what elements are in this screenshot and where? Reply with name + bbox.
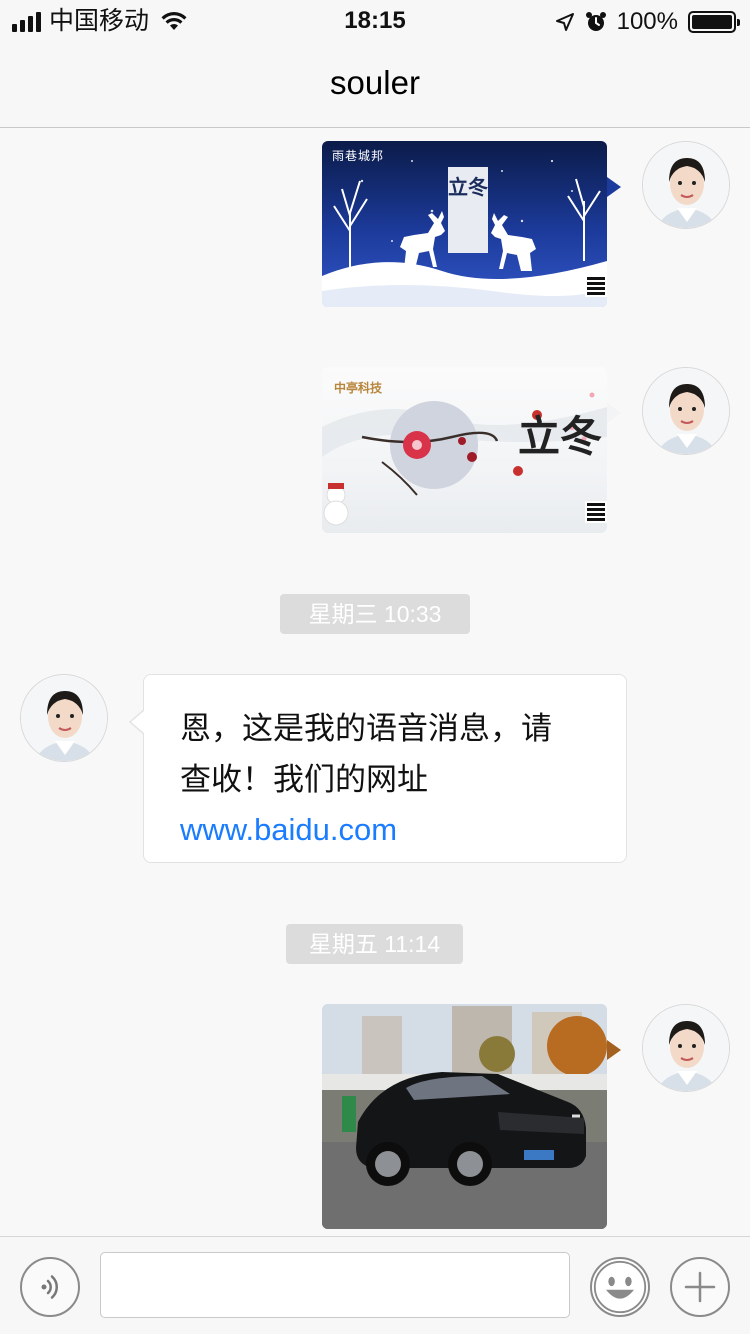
avatar-portrait-icon bbox=[643, 142, 729, 228]
status-right: 100% bbox=[555, 8, 740, 36]
alarm-icon bbox=[585, 12, 606, 31]
emoji-button[interactable] bbox=[590, 1257, 650, 1317]
input-bar bbox=[0, 1236, 750, 1334]
battery-icon bbox=[688, 11, 740, 33]
qr-code-icon bbox=[585, 501, 607, 523]
message-link[interactable]: www.baidu.com bbox=[180, 805, 592, 855]
avatar-portrait-icon bbox=[643, 1005, 729, 1091]
page-title: souler bbox=[330, 64, 420, 101]
plus-button[interactable] bbox=[670, 1257, 730, 1317]
message-input[interactable] bbox=[100, 1252, 570, 1318]
avatar-portrait-icon bbox=[21, 675, 107, 761]
avatar-portrait-icon bbox=[643, 368, 729, 454]
avatar[interactable] bbox=[642, 141, 730, 229]
poster-title: 立冬 bbox=[518, 412, 603, 461]
avatar[interactable] bbox=[642, 1004, 730, 1092]
voice-button[interactable] bbox=[20, 1257, 80, 1317]
timestamp: 星期三 10:33 bbox=[280, 594, 470, 634]
status-bar: 中国移动 18:15 100% bbox=[0, 0, 750, 40]
black-sedan-photo-image bbox=[322, 1004, 607, 1229]
location-arrow-icon bbox=[555, 13, 574, 31]
poster-title: 立冬 bbox=[448, 167, 488, 253]
image-message-plum-blossom[interactable]: 中亭科技 立冬 bbox=[322, 367, 621, 533]
plum-blossom-poster-image: 中亭科技 立冬 bbox=[322, 367, 607, 533]
qr-code-icon bbox=[585, 275, 607, 297]
voice-icon bbox=[41, 1275, 58, 1299]
avatar[interactable] bbox=[642, 367, 730, 455]
message-text-line: 查收！我们的网址 bbox=[180, 762, 428, 797]
bubble-tail bbox=[607, 177, 621, 197]
bubble-tail bbox=[607, 403, 621, 423]
emoji-icon bbox=[593, 1260, 647, 1314]
image-message-car[interactable] bbox=[322, 1004, 621, 1229]
avatar[interactable] bbox=[20, 674, 108, 762]
text-message-bubble[interactable]: 恩，这是我的语音消息，请 查收！我们的网址 www.baidu.com bbox=[129, 674, 627, 863]
message-text-line: 恩，这是我的语音消息，请 bbox=[180, 711, 552, 746]
timestamp: 星期五 11:14 bbox=[286, 924, 463, 964]
battery-percent: 100% bbox=[616, 8, 678, 35]
winter-deer-poster-image: 雨巷城邦 立冬 bbox=[322, 141, 607, 307]
black-sedan-illustration bbox=[322, 1004, 607, 1229]
image-message-winter-deer[interactable]: 雨巷城邦 立冬 bbox=[322, 141, 621, 307]
plus-icon bbox=[684, 1271, 716, 1303]
nav-bar: souler bbox=[0, 40, 750, 128]
bubble-tail bbox=[607, 1040, 621, 1060]
bubble-tail-fill bbox=[131, 710, 145, 734]
